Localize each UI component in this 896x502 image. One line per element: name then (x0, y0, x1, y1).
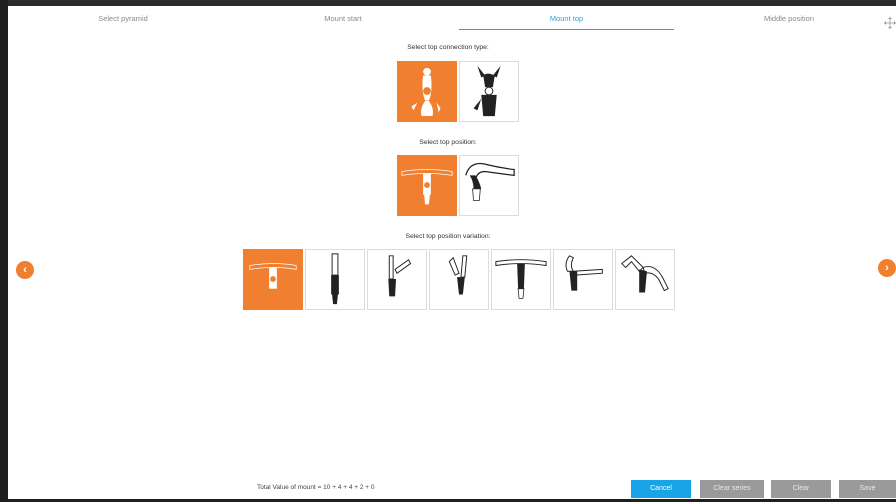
straddle-variation-icon (249, 263, 297, 289)
side-split-variation-icon (565, 255, 603, 291)
previous-step-button[interactable]: ‹ (16, 261, 34, 279)
clear-button[interactable]: Clear (771, 480, 831, 498)
next-step-button[interactable]: › (878, 259, 896, 277)
arched-split-variation-icon (621, 255, 669, 293)
connection-option-2[interactable] (459, 61, 519, 122)
hand-to-hand-figure-icon (411, 67, 441, 117)
step-tabs: Select pyramid Mount start Mount top Mid… (8, 6, 896, 32)
tab-mount-start[interactable]: Mount start (268, 6, 418, 32)
save-button[interactable]: Save (839, 480, 896, 498)
variation-5[interactable] (491, 249, 551, 310)
tab-select-pyramid[interactable]: Select pyramid (48, 6, 198, 32)
variation-2[interactable] (305, 249, 365, 310)
tab-mount-top[interactable]: Mount top (459, 6, 674, 32)
position-option-2[interactable] (459, 155, 519, 216)
variation-6[interactable] (553, 249, 613, 310)
straight-handstand-variation-icon (331, 253, 339, 305)
connection-option-1[interactable] (397, 61, 457, 122)
top-position-label: Select top position: (419, 139, 477, 146)
total-value-text: Total Value of mount = 10 + 4 + 4 + 2 + … (257, 484, 375, 491)
arched-handstand-figure-icon (465, 162, 515, 201)
window-left-edge (0, 0, 8, 502)
position-option-1[interactable] (397, 155, 457, 216)
handstand-on-head-figure-icon (473, 65, 501, 117)
variation-1[interactable] (243, 249, 303, 310)
variation-3[interactable] (367, 249, 427, 310)
straddle-handstand-figure-icon (401, 169, 453, 205)
position-variation-label: Select top position variation: (405, 233, 491, 240)
chevron-right-icon: › (885, 262, 889, 274)
wide-straddle-variation-icon (495, 259, 547, 299)
bent-leg-variation-icon (448, 255, 468, 295)
tab-middle-position[interactable]: Middle position (714, 6, 864, 32)
variation-7[interactable] (615, 249, 675, 310)
chevron-left-icon: ‹ (23, 264, 27, 276)
split-leg-variation-icon (388, 255, 412, 297)
clear-series-button[interactable]: Clear series (700, 480, 764, 498)
expand-icon[interactable] (884, 16, 896, 29)
cancel-button[interactable]: Cancel (631, 480, 691, 498)
variation-4[interactable] (429, 249, 489, 310)
connection-type-label: Select top connection type: (407, 44, 489, 51)
